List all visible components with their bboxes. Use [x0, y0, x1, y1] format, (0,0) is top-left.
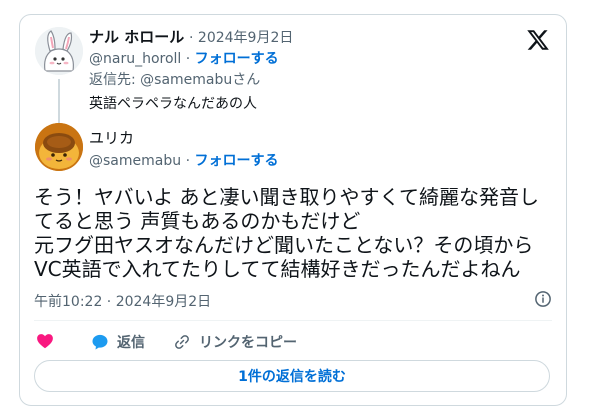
read-replies-button[interactable]: 1件の返信を読む — [34, 360, 550, 392]
parent-author-row: ナル ホロール · 2024年9月2日 — [89, 27, 293, 48]
copy-link-label: リンクをコピー — [199, 335, 297, 351]
parent-tweet-text: 英語ペラペラなんだあの人 — [89, 96, 257, 112]
reply-text-line: 元フグ田ヤスオなんだけど聞いたことない？その頃から — [34, 233, 534, 257]
like-button[interactable] — [36, 332, 54, 350]
reply-text-line: てると思う 声質もあるのかもだけど — [34, 209, 361, 233]
separator-dot: · — [185, 153, 191, 169]
reply-to-line: 返信先: @samemabuさん — [89, 70, 260, 90]
speech-bubble-icon — [92, 334, 108, 350]
pudding-avatar-image — [35, 123, 83, 171]
info-icon[interactable] — [534, 290, 552, 308]
reply-text-line: そう！ヤバいよ あと凄い聞き取りやすくて綺麗な発音し — [34, 185, 539, 209]
reply-tweet-text: そう！ヤバいよ あと凄い聞き取りやすくて綺麗な発音し てると思う 声質もあるのか… — [34, 185, 554, 281]
divider — [34, 320, 552, 321]
link-icon — [175, 335, 189, 349]
parent-date[interactable]: · 2024年9月2日 — [189, 30, 293, 46]
reply-author-name[interactable]: ユリカ — [89, 128, 134, 148]
reply-to-label: 返信先: — [89, 72, 141, 88]
parent-handle[interactable]: @naru_horoll — [89, 51, 181, 67]
reply-text-line: VC英語で入れてたりしてて結構好きだったんだよねん — [34, 257, 521, 281]
copy-link-button[interactable]: リンクをコピー — [173, 332, 297, 352]
rabbit-avatar-image — [35, 27, 83, 75]
reply-handle-row: @samemabu · フォローする — [89, 151, 278, 171]
reply-to-suffix: さん — [232, 72, 261, 88]
reply-to-handle[interactable]: @samemabu — [140, 72, 232, 88]
x-logo-icon[interactable] — [526, 28, 550, 52]
parent-handle-row: @naru_horoll · フォローする — [89, 49, 279, 69]
reply-timestamp[interactable]: 午前10:22 · 2024年9月2日 — [34, 291, 211, 311]
reply-action-label: 返信 — [117, 335, 145, 351]
parent-author-name[interactable]: ナル ホロール — [89, 28, 184, 46]
parent-avatar[interactable] — [35, 27, 83, 75]
parent-follow-link[interactable]: フォローする — [195, 51, 279, 67]
reply-follow-link[interactable]: フォローする — [194, 153, 278, 169]
heart-icon — [37, 334, 53, 349]
reply-handle[interactable]: @samemabu — [89, 153, 181, 169]
thread-connector-line — [58, 79, 60, 125]
separator-dot: · — [185, 51, 191, 67]
reply-button[interactable]: 返信 — [91, 332, 145, 352]
tweet-embed-card: ナル ホロール · 2024年9月2日 @naru_horoll · フォローす… — [19, 14, 567, 406]
reply-avatar[interactable] — [35, 123, 83, 171]
